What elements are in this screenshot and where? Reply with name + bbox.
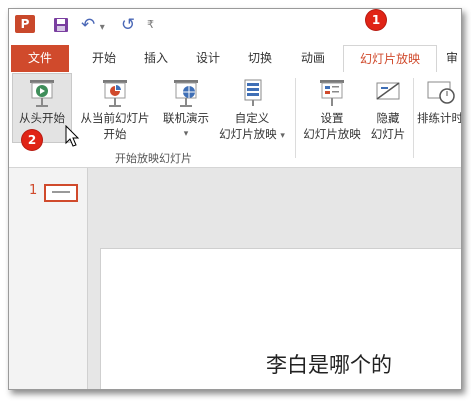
save-icon: [54, 18, 68, 32]
start-slideshow-group-label: 开始放映幻灯片: [115, 152, 192, 165]
tab-transitions[interactable]: 切换: [237, 45, 283, 72]
setup-slideshow-label-2: 幻灯片放映: [303, 127, 361, 141]
powerpoint-logo-icon: P: [15, 15, 35, 33]
play-from-current-icon: [99, 78, 131, 108]
save-button[interactable]: [53, 15, 69, 35]
tab-slideshow[interactable]: 幻灯片放映: [343, 45, 437, 74]
setup-slideshow-icon: [316, 78, 348, 108]
step-badge-1: 1: [366, 10, 386, 30]
redo-button[interactable]: ↺: [121, 15, 135, 35]
setup-slideshow-button[interactable]: 设置 幻灯片放映: [301, 74, 363, 142]
tab-review[interactable]: 审: [441, 45, 461, 72]
powerpoint-window: P ↶ ▾ ↺ ₹ 文件 开始 插入 设计 切换 动画 幻灯片放映 审 从头开始…: [8, 8, 462, 390]
slide-number: 1: [29, 183, 38, 198]
workspace: 1 李白是哪个的: [9, 168, 461, 389]
group-separator: [295, 78, 296, 158]
slide-title[interactable]: 李白是哪个的: [266, 349, 392, 379]
rehearse-timings-icon: [424, 78, 456, 108]
ribbon-slideshow: 从头开始 从当前幻灯片 开始 联机演示 ▾ 自定义 幻灯片放映 ▾ 设置 幻灯片…: [9, 72, 461, 168]
from-current-label-2: 开始: [103, 127, 127, 141]
tab-insert[interactable]: 插入: [133, 45, 179, 72]
custom-slideshow-label-2: 幻灯片放映 ▾: [219, 127, 285, 141]
online-present-label: 联机演示: [163, 111, 209, 125]
tab-animations[interactable]: 动画: [289, 45, 337, 72]
tab-file[interactable]: 文件: [11, 45, 69, 72]
quick-access-toolbar: P ↶ ▾ ↺ ₹: [9, 9, 461, 45]
hide-slide-label-2: 幻灯片: [370, 127, 406, 141]
slide-canvas[interactable]: 李白是哪个的: [100, 248, 461, 389]
hide-slide-button[interactable]: 隐藏 幻灯片: [365, 74, 411, 142]
custom-slideshow-button[interactable]: 自定义 幻灯片放映 ▾: [215, 74, 289, 144]
rehearse-timings-button[interactable]: 排练计时: [415, 74, 462, 126]
online-present-button[interactable]: 联机演示 ▾: [159, 74, 213, 142]
redo-icon: ↺: [121, 15, 136, 35]
online-present-dropdown-icon[interactable]: ▾: [159, 126, 213, 142]
tab-home[interactable]: 开始: [79, 45, 129, 72]
from-current-slide-button[interactable]: 从当前幻灯片 开始: [75, 74, 155, 142]
hide-slide-icon: [372, 78, 404, 108]
customize-qat-button[interactable]: ₹: [147, 15, 154, 35]
undo-icon: ↶: [81, 15, 96, 35]
custom-slideshow-label-1: 自定义: [234, 111, 270, 125]
play-from-start-icon: [26, 78, 58, 108]
online-present-icon: [170, 78, 202, 108]
ribbon-tabs: 文件 开始 插入 设计 切换 动画 幻灯片放映 审: [9, 45, 461, 74]
custom-dropdown-icon[interactable]: ▾: [280, 131, 285, 141]
slide-thumbnails-pane: 1: [9, 168, 88, 389]
slide-thumbnail[interactable]: [44, 184, 78, 202]
customize-icon: ₹: [147, 18, 154, 31]
tab-design[interactable]: 设计: [185, 45, 231, 72]
group-separator-2: [413, 78, 414, 158]
undo-button[interactable]: ↶ ▾: [81, 15, 105, 35]
mouse-cursor-icon: [65, 125, 80, 147]
rehearse-timings-label: 排练计时: [417, 111, 462, 125]
undo-dropdown-icon[interactable]: ▾: [100, 22, 105, 33]
step-badge-2: 2: [22, 130, 42, 150]
from-current-label-1: 从当前幻灯片: [80, 111, 150, 125]
from-beginning-button[interactable]: 从头开始: [12, 73, 72, 143]
from-beginning-label: 从头开始: [19, 111, 65, 125]
hide-slide-label-1: 隐藏: [376, 111, 400, 125]
setup-slideshow-label-1: 设置: [320, 111, 344, 125]
custom-slideshow-icon: [236, 78, 268, 108]
